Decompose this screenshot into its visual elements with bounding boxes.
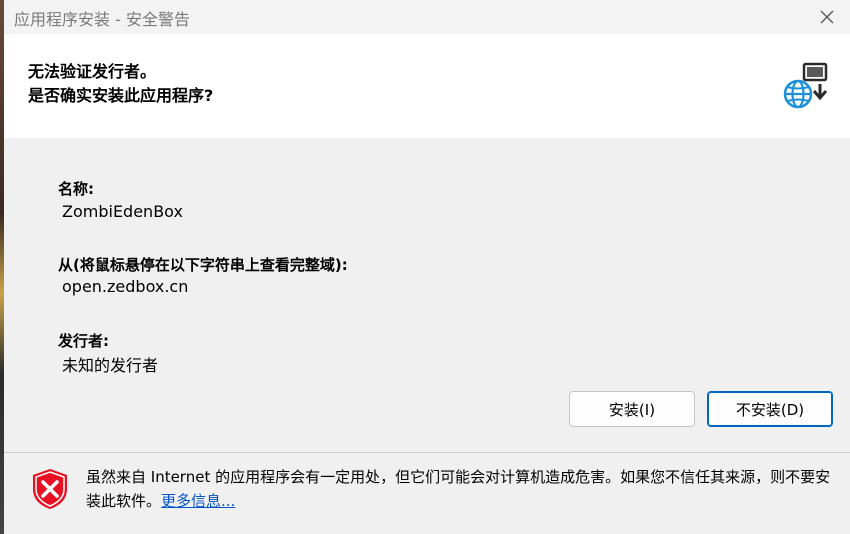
close-button[interactable]: [812, 4, 842, 30]
more-info-link[interactable]: 更多信息...: [161, 492, 235, 510]
header-line-2: 是否确实安装此应用程序?: [28, 86, 214, 105]
dialog-footer: 虽然来自 Internet 的应用程序会有一定用处，但它们可能会对计算机造成危害…: [4, 453, 850, 534]
close-icon: [820, 10, 834, 24]
name-value: ZombiEdenBox: [62, 202, 183, 221]
window-title: 应用程序安装 - 安全警告: [14, 10, 190, 29]
title-bar[interactable]: 应用程序安装 - 安全警告: [4, 0, 850, 34]
dialog-content: 名称: ZombiEdenBox 从(将鼠标悬停在以下字符串上查看完整域): o…: [4, 138, 850, 452]
name-label: 名称:: [58, 180, 94, 198]
publisher-value: 未知的发行者: [62, 356, 159, 375]
dont-install-button[interactable]: 不安装(D): [707, 391, 833, 427]
shield-error-icon: [33, 469, 67, 509]
from-value[interactable]: open.zedbox.cn: [62, 277, 188, 296]
security-warning-dialog: 应用程序安装 - 安全警告 无法验证发行者。 是否确实安装此应用程序? 名称: …: [0, 0, 850, 534]
dialog-header: 无法验证发行者。 是否确实安装此应用程序?: [4, 34, 850, 138]
install-button[interactable]: 安装(I): [569, 391, 695, 427]
publisher-label: 发行者:: [58, 332, 109, 350]
header-line-1: 无法验证发行者。: [28, 62, 157, 81]
from-label: 从(将鼠标悬停在以下字符串上查看完整域):: [58, 256, 348, 274]
globe-install-icon: [783, 62, 828, 109]
warning-text-block: 虽然来自 Internet 的应用程序会有一定用处，但它们可能会对计算机造成危害…: [86, 465, 838, 513]
